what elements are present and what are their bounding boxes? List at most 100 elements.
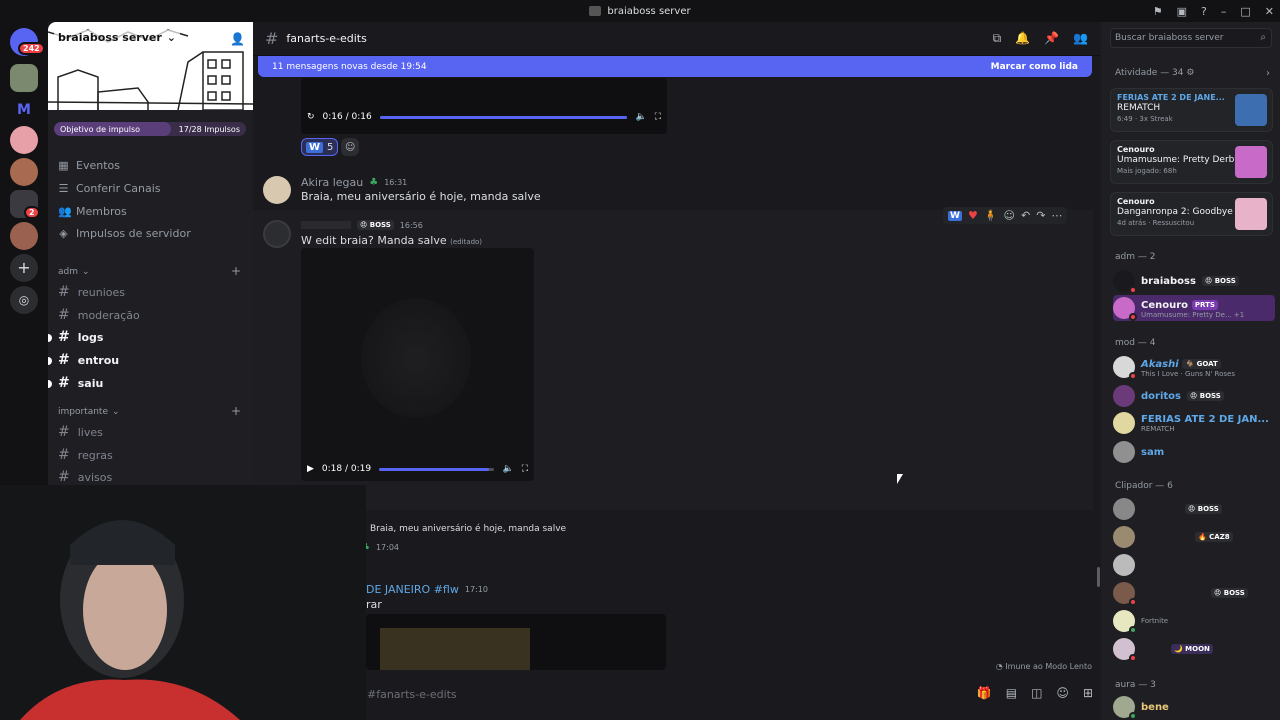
more-icon[interactable]: ⋯ xyxy=(1051,209,1062,222)
nav-events[interactable]: ▦ Eventos xyxy=(58,159,120,172)
flag-icon[interactable]: ⚑ xyxy=(1153,5,1163,18)
member-row[interactable]: 😠 BOSS xyxy=(1113,580,1273,606)
mark-as-read-button[interactable]: Marcar como lida xyxy=(991,62,1078,72)
channel-avisos[interactable]: # avisos xyxy=(58,469,112,485)
mouse-cursor xyxy=(897,474,903,484)
video-progress-track[interactable] xyxy=(379,467,495,471)
guild-m-icon[interactable]: M xyxy=(10,96,38,124)
member-row[interactable]: braiaboss 😠 BOSS xyxy=(1113,268,1273,294)
role-tag: 😠 BOSS xyxy=(1201,276,1239,286)
fullscreen-icon[interactable]: ⛶ xyxy=(522,464,528,474)
volume-icon[interactable]: 🔈 xyxy=(635,112,646,122)
reply-icon[interactable]: ↶ xyxy=(1021,209,1030,222)
member-row[interactable]: doritos 😠 BOSS xyxy=(1113,383,1273,409)
minimize-button[interactable]: – xyxy=(1221,5,1227,18)
reply-preview[interactable]: Braia, meu aniversário é hoje, manda sal… xyxy=(370,524,566,534)
calendar-icon: ▦ xyxy=(58,159,69,172)
forward-icon[interactable]: ↷ xyxy=(1036,209,1045,222)
emoji-icon[interactable]: 🧍 xyxy=(984,209,998,222)
role-group-header: Clipador — 6 xyxy=(1115,481,1173,491)
guild-icon[interactable] xyxy=(10,158,38,186)
nav-members[interactable]: 👥 Membros xyxy=(58,205,127,218)
activity-card[interactable]: FERIAS ATE 2 DE JANE... REMATCH 6:49 · 3… xyxy=(1110,88,1273,132)
inbox-icon[interactable]: ▣ xyxy=(1177,5,1187,18)
member-row[interactable]: sam xyxy=(1113,439,1273,465)
channel-name: entrou xyxy=(77,353,120,367)
heart-icon[interactable]: ♥ xyxy=(968,209,978,222)
role-tag: PRTS xyxy=(1191,299,1218,310)
category-importante[interactable]: importante ⌄ xyxy=(58,407,120,417)
message-composer[interactable]: #fanarts-e-edits 🎁 ▤ ◫ ☺ ⊞ xyxy=(363,678,1093,710)
video-player[interactable]: ▶ 0:18 / 0:19 🔈 ⛶ xyxy=(301,248,534,481)
reaction-w[interactable]: W 5 xyxy=(301,138,339,156)
guild-icon[interactable] xyxy=(10,126,38,154)
image-attachment[interactable] xyxy=(366,614,666,670)
search-input[interactable]: Buscar braiaboss server ⌕ xyxy=(1110,28,1272,48)
message-author[interactable]: DE JANEIRO #flw xyxy=(366,583,459,596)
scrollbar-thumb[interactable] xyxy=(1097,567,1100,587)
apps-icon[interactable]: ⊞ xyxy=(1083,686,1093,700)
member-row[interactable]: Akashi 🐐 GOAT This I Love · Guns N' Rose… xyxy=(1113,354,1273,380)
member-row[interactable]: bene xyxy=(1113,694,1273,720)
edited-label: (editado) xyxy=(450,238,483,246)
avatar[interactable] xyxy=(263,176,291,204)
video-progress-track[interactable] xyxy=(379,115,628,119)
invite-icon[interactable]: 👤 xyxy=(230,32,245,46)
channel-reunioes[interactable]: # reunioes xyxy=(58,284,125,300)
activity-card[interactable]: Cenouro Danganronpa 2: Goodbye D... 4d a… xyxy=(1110,192,1273,236)
add-server-icon[interactable]: + xyxy=(10,254,38,282)
w-emoji-icon[interactable]: W xyxy=(948,210,962,221)
volume-icon[interactable]: 🔈 xyxy=(502,464,513,474)
replay-icon[interactable]: ↻ xyxy=(307,112,315,122)
bell-icon[interactable]: 🔔 xyxy=(1015,31,1030,46)
sticker-icon[interactable]: ◫ xyxy=(1031,686,1042,700)
role-tag: 😠 BOSS xyxy=(1211,588,1248,598)
threads-icon[interactable]: ⧉ xyxy=(993,31,1002,46)
add-channel-icon[interactable]: + xyxy=(231,264,241,278)
member-row[interactable]: 🌙 MOON xyxy=(1113,636,1273,662)
boost-progress-bar[interactable]: Objetivo de impulso 17/28 Impulsos xyxy=(54,122,246,136)
member-row[interactable]: Fortnite xyxy=(1113,608,1273,634)
channel-regras[interactable]: # regras xyxy=(58,447,113,463)
gift-icon[interactable]: 🎁 xyxy=(977,686,992,700)
add-reaction-button[interactable]: ☺ xyxy=(341,138,360,156)
pin-icon[interactable]: 📌 xyxy=(1044,31,1059,46)
gif-icon[interactable]: ▤ xyxy=(1006,686,1017,700)
fullscreen-icon[interactable]: ⛶ xyxy=(655,112,661,122)
channel-lives[interactable]: # lives xyxy=(58,424,103,440)
message-author[interactable]: Akira legau xyxy=(301,176,363,189)
member-row[interactable]: FERIAS ATE 2 DE JAN... REMATCH xyxy=(1113,410,1273,436)
play-icon[interactable]: ▶ xyxy=(307,464,314,474)
category-adm[interactable]: adm ⌄ xyxy=(58,267,90,277)
add-channel-icon[interactable]: + xyxy=(231,404,241,418)
emoji-icon[interactable]: ☺ xyxy=(1056,686,1069,700)
guild-icon[interactable] xyxy=(10,64,38,92)
video-player[interactable]: ↻ 0:16 / 0:16 🔈 ⛶ xyxy=(301,78,667,134)
channel-logs[interactable]: # logs xyxy=(48,329,103,345)
channel-entrou[interactable]: # entrou xyxy=(48,352,120,368)
add-reaction-icon[interactable]: ☺ xyxy=(1004,209,1015,222)
member-row[interactable]: 🔥 CAZ8 xyxy=(1113,524,1273,550)
guild-icon[interactable] xyxy=(10,222,38,250)
members-icon: 👥 xyxy=(58,205,72,218)
member-list-icon[interactable]: 👥 xyxy=(1073,31,1088,46)
activity-card[interactable]: Cenouro Umamusume: Pretty Derby Mais jog… xyxy=(1110,140,1273,184)
message-timestamp: 16:31 xyxy=(384,178,408,187)
close-button[interactable]: ✕ xyxy=(1265,5,1274,18)
chevron-right-icon[interactable]: › xyxy=(1266,68,1270,79)
member-row[interactable]: 😠 BOSS xyxy=(1113,496,1273,522)
member-row[interactable] xyxy=(1113,552,1273,578)
discover-icon[interactable]: ◎ xyxy=(10,286,38,314)
activity-header[interactable]: Atividade — 34 ⚙ xyxy=(1115,68,1194,78)
new-messages-banner[interactable]: 11 mensagens novas desde 19:54 Marcar co… xyxy=(258,56,1092,77)
nav-browse-channels[interactable]: ☰ Conferir Canais xyxy=(58,182,161,195)
channel-moderacao[interactable]: # moderação xyxy=(58,307,140,323)
maximize-button[interactable]: □ xyxy=(1240,5,1250,18)
avatar[interactable] xyxy=(263,220,291,248)
help-icon[interactable]: ? xyxy=(1201,5,1207,18)
nav-server-boosts[interactable]: ◈ Impulsos de servidor xyxy=(58,227,190,240)
video-progress-fill xyxy=(379,115,628,119)
channel-saiu[interactable]: # saiu xyxy=(48,375,103,391)
server-name-button[interactable]: braiaboss server ⌄ xyxy=(54,30,180,45)
member-row[interactable]: Cenouro PRTS Umamusume: Pretty De... +1 xyxy=(1113,295,1275,321)
